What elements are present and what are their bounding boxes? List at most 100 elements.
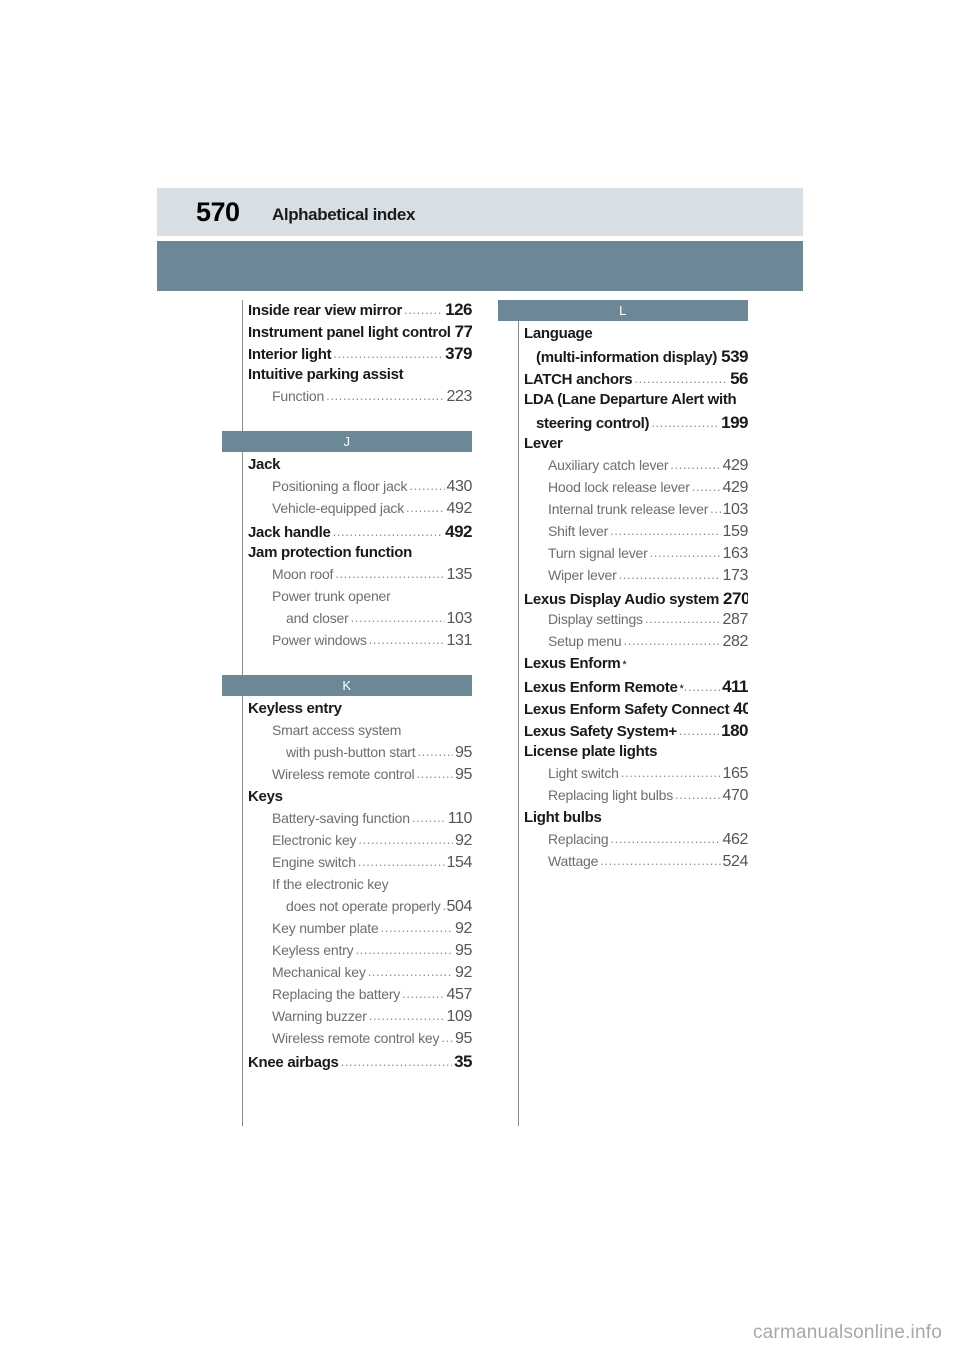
- index-entry-leader-dots: ........................................…: [416, 766, 453, 781]
- index-entry[interactable]: Replacing light bulbs...................…: [496, 787, 748, 809]
- index-entry[interactable]: Setup menu..............................…: [496, 633, 748, 655]
- index-entry[interactable]: Key number plate........................…: [220, 920, 472, 942]
- index-entry[interactable]: LDA (Lane Departure Alert with..........…: [496, 391, 748, 413]
- index-entry-label: Mechanical key: [272, 964, 366, 980]
- index-entry[interactable]: Jack....................................…: [220, 456, 472, 478]
- index-entry[interactable]: Jack handle.............................…: [220, 522, 472, 544]
- index-entry-label: LATCH anchors: [524, 371, 633, 388]
- index-entry-leader-dots: ........................................…: [443, 898, 445, 913]
- index-entry-label: Display settings: [548, 611, 643, 627]
- index-entry-page-number: 524: [722, 853, 749, 870]
- index-entry-page-number: 379: [445, 344, 472, 363]
- letter-section-header-l: L: [498, 300, 748, 321]
- index-entry-leader-dots: ........................................…: [678, 723, 719, 738]
- index-entry-page-number: 504: [446, 898, 473, 915]
- index-entry[interactable]: Intuitive parking assist................…: [220, 366, 472, 388]
- index-entry-leader-dots: ........................................…: [335, 566, 445, 581]
- index-entry[interactable]: (multi-information display).............…: [496, 347, 748, 369]
- index-entry-leader-dots: ........................................…: [402, 986, 445, 1001]
- index-entry[interactable]: Function................................…: [220, 388, 472, 410]
- index-entry[interactable]: Internal trunk release lever............…: [496, 501, 748, 523]
- index-entry[interactable]: Lexus Enform*...........................…: [496, 655, 748, 677]
- index-entry-page-number: 287: [722, 611, 749, 628]
- page-title: Alphabetical index: [272, 205, 416, 224]
- index-entry[interactable]: Smart access system.....................…: [220, 722, 472, 744]
- index-entry-leader-dots: ........................................…: [340, 1054, 452, 1069]
- index-entry-leader-dots: ........................................…: [618, 567, 721, 582]
- index-column-right: L Language...............................…: [496, 300, 748, 875]
- index-entry[interactable]: Mechanical key..........................…: [220, 964, 472, 986]
- index-entry-label: Shift lever: [548, 523, 609, 539]
- index-entry-leader-dots: ........................................…: [357, 854, 445, 869]
- index-entry-page-number: 430: [446, 478, 473, 495]
- index-entry[interactable]: and closer..............................…: [220, 610, 472, 632]
- index-entry[interactable]: Positioning a floor jack................…: [220, 478, 472, 500]
- index-entry[interactable]: Vehicle-equipped jack...................…: [220, 500, 472, 522]
- index-entry-label: Wiper lever: [548, 567, 617, 583]
- index-entry[interactable]: Inside rear view mirror.................…: [220, 300, 472, 322]
- index-entry-page-number: 95: [455, 766, 472, 783]
- letter-section-spacer: [220, 410, 472, 431]
- index-entry[interactable]: Battery-saving function.................…: [220, 810, 472, 832]
- index-entry[interactable]: Lexus Safety System+....................…: [496, 721, 748, 743]
- index-entry-leader-dots: ........................................…: [610, 831, 720, 846]
- index-entry[interactable]: Lexus Enform Remote*....................…: [496, 677, 748, 699]
- index-entry[interactable]: If the electronic key...................…: [220, 876, 472, 898]
- index-entry[interactable]: Replacing the battery...................…: [220, 986, 472, 1008]
- index-entry-label: and closer: [286, 610, 349, 626]
- index-entry-page-number: 470: [722, 787, 749, 804]
- index-entry[interactable]: does not operate properly...............…: [220, 898, 472, 920]
- index-entry[interactable]: Moon roof...............................…: [220, 566, 472, 588]
- index-entry[interactable]: License plate lights....................…: [496, 743, 748, 765]
- index-entry[interactable]: Language................................…: [496, 325, 748, 347]
- index-entry-leader-dots: ........................................…: [610, 523, 720, 538]
- index-entry-page-number: 429: [722, 479, 749, 496]
- index-entry-label: Internal trunk release lever: [548, 501, 709, 517]
- index-entry[interactable]: Light switch............................…: [496, 765, 748, 787]
- index-entry[interactable]: Wireless remote control.................…: [220, 766, 472, 788]
- index-entry[interactable]: Power trunk opener......................…: [220, 588, 472, 610]
- index-entry[interactable]: steering control).......................…: [496, 413, 748, 435]
- index-entry-page-number: 135: [446, 566, 473, 583]
- index-entry-leader-dots: ........................................…: [644, 611, 721, 626]
- index-entry-page-number: 95: [455, 744, 472, 761]
- index-entry[interactable]: Shift lever.............................…: [496, 523, 748, 545]
- page-number: 570: [196, 197, 240, 227]
- index-entry-page-number: 163: [722, 545, 749, 562]
- index-entry[interactable]: Hood lock release lever.................…: [496, 479, 748, 501]
- index-entry[interactable]: Wireless remote control key.............…: [220, 1030, 472, 1052]
- index-entry[interactable]: Lever...................................…: [496, 435, 748, 457]
- index-entry[interactable]: Power windows...........................…: [220, 632, 472, 654]
- index-entry[interactable]: Auxiliary catch lever...................…: [496, 457, 748, 479]
- index-entry-page-number: 411: [722, 677, 748, 696]
- index-entry-label: Light bulbs: [524, 809, 602, 826]
- index-entry[interactable]: Knee airbags............................…: [220, 1052, 472, 1074]
- index-entry-label: Warning buzzer: [272, 1008, 367, 1024]
- index-entry[interactable]: Interior light..........................…: [220, 344, 472, 366]
- index-entry[interactable]: Replacing...............................…: [496, 831, 748, 853]
- index-entry[interactable]: Keys....................................…: [220, 788, 472, 810]
- index-entry[interactable]: Turn signal lever.......................…: [496, 545, 748, 567]
- index-entry[interactable]: Wiper lever.............................…: [496, 567, 748, 589]
- index-entry-leader-dots: ........................................…: [691, 479, 721, 494]
- index-entry[interactable]: Electronic key..........................…: [220, 832, 472, 854]
- index-entry[interactable]: Lexus Display Audio system..............…: [496, 589, 748, 611]
- index-entry[interactable]: Light bulbs.............................…: [496, 809, 748, 831]
- index-entry[interactable]: Jam protection function.................…: [220, 544, 472, 566]
- index-entry[interactable]: Instrument panel light control..........…: [220, 322, 472, 344]
- index-entry[interactable]: Lexus Enform Safety Connect.............…: [496, 699, 748, 721]
- index-entry[interactable]: Wattage.................................…: [496, 853, 748, 875]
- index-entry-label: Hood lock release lever: [548, 479, 690, 495]
- index-entry-leader-dots: ........................................…: [411, 810, 446, 825]
- index-entry-label: Battery-saving function: [272, 810, 410, 826]
- index-entry[interactable]: Engine switch...........................…: [220, 854, 472, 876]
- index-entry[interactable]: Display settings........................…: [496, 611, 748, 633]
- index-entry[interactable]: with push-button start..................…: [220, 744, 472, 766]
- index-entry[interactable]: Keyless entry...........................…: [220, 700, 472, 722]
- index-entry[interactable]: Keyless entry...........................…: [220, 942, 472, 964]
- index-entry[interactable]: Warning buzzer..........................…: [220, 1008, 472, 1030]
- index-entry-label: Lexus Enform: [524, 655, 621, 672]
- index-entry-page-number: 199: [721, 413, 748, 432]
- index-entry-label: Inside rear view mirror: [248, 302, 403, 319]
- index-entry[interactable]: LATCH anchors...........................…: [496, 369, 748, 391]
